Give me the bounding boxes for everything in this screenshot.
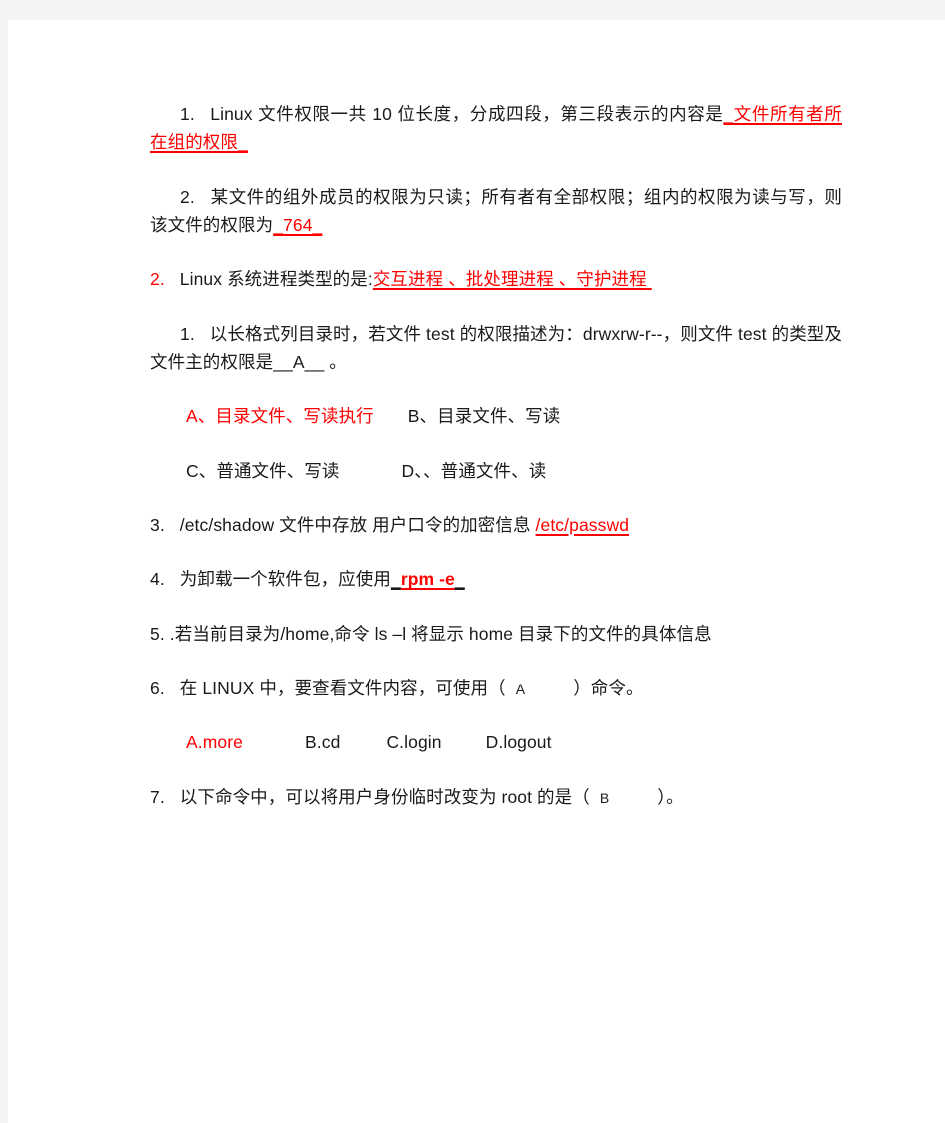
question-number: 1. [180,104,195,124]
question-text: 以长格式列目录时，若文件 test 的权限描述为：drwxrw-r--，则文件 … [150,323,843,373]
question-text-end: ）。 [657,786,684,807]
answer-letter-q9: B [599,789,610,806]
paragraph-q9-su: 7. 以下命令中，可以将用户身份临时改变为 root 的是（ B ）。 [150,783,842,811]
question-number: 7. [150,786,165,807]
choice-option-a[interactable]: A、目录文件、写读执行 [186,406,374,426]
answer-q6: rpm -e [400,569,455,590]
question-number: 4. [150,569,165,590]
answer-blank-q2: _ [273,215,284,236]
question-text: 为卸载一个软件包，应使用 [179,569,391,590]
question-number: 5. [150,623,165,644]
answer-q3: 交互进程 、批处理进程 、守护进程 [372,269,647,290]
paragraph-q7-ls: 5. .若当前目录为/home,命令 ls –l 将显示 home 目录下的文件… [150,620,842,648]
choices-cat-row: A.more B.cd C.login D.logout [150,728,842,756]
question-number: 2. [180,186,195,207]
answer-q2: 764 [283,215,313,236]
question-text: 某文件的组外成员的权限为只读；所有者有全部权限；组内的权限为读与写，则该文件的权… [150,186,842,236]
answer-blank-q6-trail: _ [454,569,465,590]
question-text: Linux 系统进程类型的是: [179,269,373,290]
paragraph-q8-cat: 6. 在 LINUX 中，要查看文件内容，可使用（ A ）命令。 [150,674,842,702]
paragraph-q1-fill: 1. Linux 文件权限一共 10 位长度，分成四段，第三段表示的内容是_文件… [150,100,842,157]
paragraph-q6-rpm: 4. 为卸载一个软件包，应使用_rpm -e_ [150,565,842,593]
choices-test-row-1: A、目录文件、写读执行 B、目录文件、写读 [150,402,842,430]
question-text-end: 。 [329,352,347,373]
question-number: 1. [180,323,195,344]
question-text: .若当前目录为/home,命令 ls –l 将显示 home 目录下的文件的具体… [169,623,712,644]
answer-blank-q2-end: _ [312,215,323,236]
paragraph-q4-choice-test: 1. 以长格式列目录时，若文件 test 的权限描述为：drwxrw-r--，则… [150,320,842,377]
question-text: 在 LINUX 中，要查看文件内容，可使用（ [179,678,506,699]
question-text: 以下命令中，可以将用户身份临时改变为 root 的是（ [179,786,590,807]
answer-letter-q8: A [515,681,526,698]
choice-option-logout[interactable]: D.logout [486,732,552,752]
choices-test-row-2: C、普通文件、写读 D、、普通文件、读 [150,457,842,485]
paragraph-q3-process: 2. Linux 系统进程类型的是:交互进程 、批处理进程 、守护进程 [150,265,842,293]
answer-q5: /etc/passwd [535,515,630,536]
answer-blank-q6-lead: _ [390,569,401,590]
question-text: Linux 文件权限一共 10 位长度，分成四段，第三段表示的内容是 [210,104,724,124]
question-number: 3. [150,515,165,536]
choice-option-d[interactable]: D、、普通文件、读 [402,461,547,481]
question-text: /etc/shadow 文件中存放 用户口令的加密信息 [179,515,531,536]
choice-option-cd[interactable]: B.cd [305,732,340,752]
answer-blank-q1: _ [723,104,734,124]
question-number: 6. [150,678,165,699]
document-page: 1. Linux 文件权限一共 10 位长度，分成四段，第三段表示的内容是_文件… [8,20,945,1123]
choice-option-c[interactable]: C、普通文件、写读 [186,461,340,481]
answer-q3-trail [647,269,652,289]
answer-blank-q4: __A__ [273,352,325,373]
question-text-end: ）命令。 [573,678,644,699]
choice-option-login[interactable]: C.login [386,732,441,752]
choice-option-b[interactable]: B、目录文件、写读 [408,406,561,426]
paragraph-q5-shadow: 3. /etc/shadow 文件中存放 用户口令的加密信息 /etc/pass… [150,511,842,539]
answer-blank-q1-end: _ [238,132,248,153]
document-body: 1. Linux 文件权限一共 10 位长度，分成四段，第三段表示的内容是_文件… [150,100,842,837]
choice-option-more[interactable]: A.more [186,732,243,752]
question-number: 2. [150,269,165,290]
paragraph-q2-fill: 2. 某文件的组外成员的权限为只读；所有者有全部权限；组内的权限为读与写，则该文… [150,183,842,240]
